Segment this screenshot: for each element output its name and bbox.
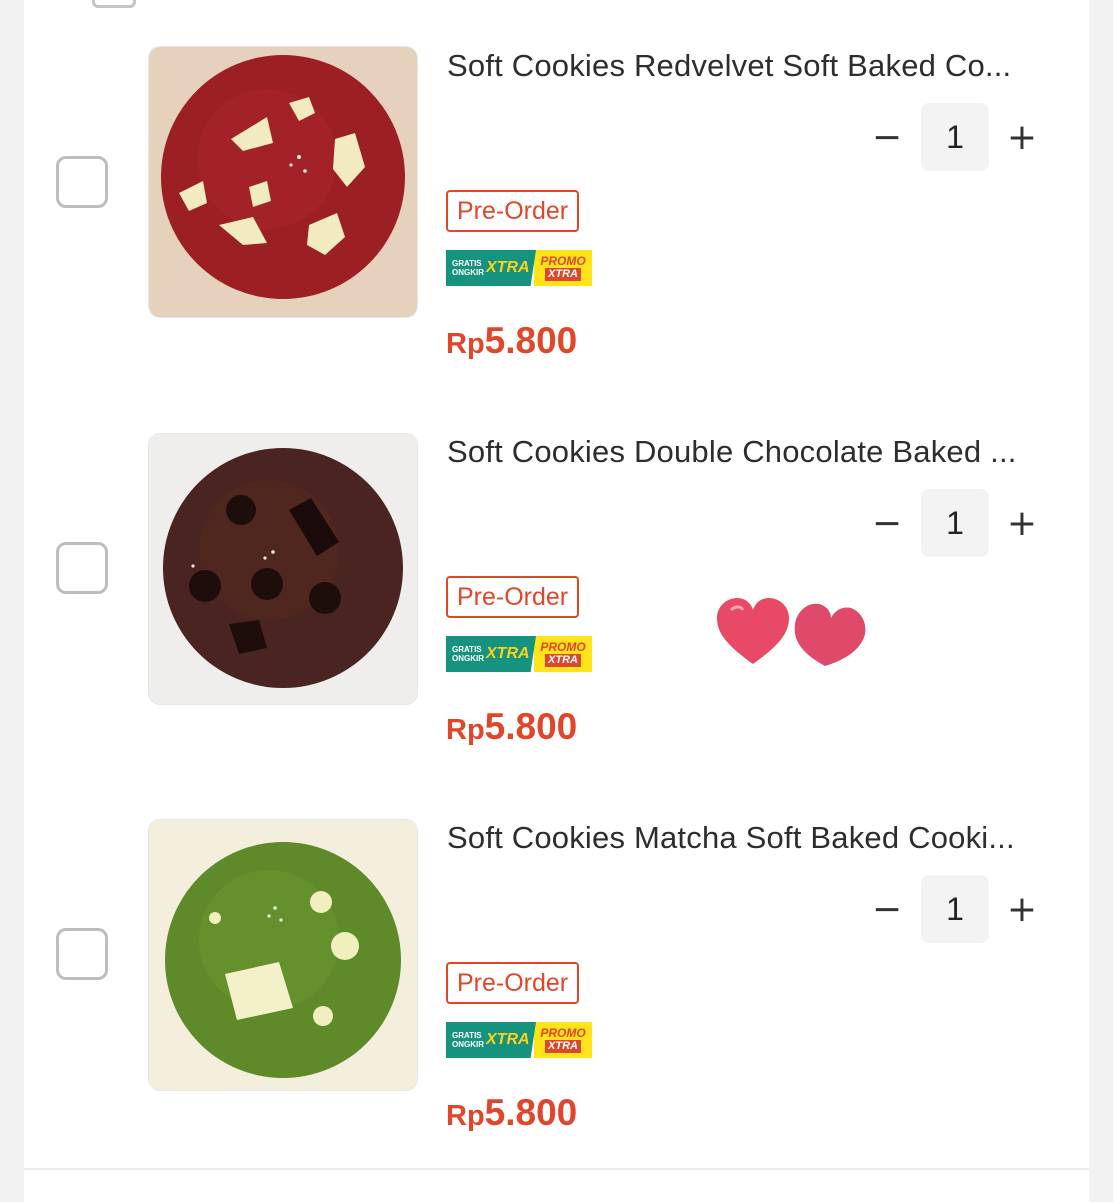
cart-footer-divider	[24, 1168, 1089, 1202]
red-velvet-cookie-image	[149, 47, 417, 317]
decrease-quantity-button[interactable]: −	[867, 503, 907, 544]
badge-promo-xtra-text: XTRA	[545, 1040, 581, 1053]
increase-quantity-button[interactable]: +	[1002, 889, 1042, 930]
price-currency: Rp	[446, 1100, 485, 1132]
preorder-tag: Pre-Order	[446, 190, 580, 232]
promo-badges: GRATIS ONGKIR XTRA PROMO XTRA	[446, 250, 592, 286]
double-chocolate-cookie-image	[149, 434, 417, 704]
badge-ongkir-small-text: GRATIS ONGKIR	[452, 645, 484, 663]
price-value: 5.800	[484, 320, 578, 361]
product-price: Rp5.800	[446, 1092, 577, 1134]
preorder-tag: Pre-Order	[446, 962, 580, 1004]
decrease-quantity-button[interactable]: −	[867, 889, 907, 930]
badge-promo-xtra-text: XTRA	[545, 268, 581, 281]
quantity-input[interactable]: 1	[921, 875, 989, 943]
badge-ongkir-small-text: GRATIS ONGKIR	[452, 259, 484, 277]
price-currency: Rp	[446, 328, 485, 360]
hearts-sticker-icon	[717, 598, 866, 666]
badge-promo-text: PROMO	[540, 1026, 586, 1040]
item-select-checkbox[interactable]	[56, 542, 108, 594]
badge-ongkir-big-text: XTRA	[486, 259, 530, 276]
badge-promo-text: PROMO	[540, 640, 586, 654]
quantity-input[interactable]: 1	[921, 489, 989, 557]
promo-xtra-badge: PROMO XTRA	[534, 636, 592, 672]
gratis-ongkir-xtra-badge: GRATIS ONGKIR XTRA	[446, 1022, 536, 1058]
promo-xtra-badge: PROMO XTRA	[534, 1022, 592, 1058]
gratis-ongkir-xtra-badge: GRATIS ONGKIR XTRA	[446, 636, 536, 672]
badge-ongkir-big-text: XTRA	[486, 645, 530, 662]
badge-ongkir-big-text: XTRA	[486, 1031, 530, 1048]
gratis-ongkir-xtra-badge: GRATIS ONGKIR XTRA	[446, 250, 536, 286]
increase-quantity-button[interactable]: +	[1002, 117, 1042, 158]
badge-promo-xtra-text: XTRA	[545, 654, 581, 667]
badge-promo-text: PROMO	[540, 254, 586, 268]
product-price: Rp5.800	[446, 706, 577, 748]
product-image-double-chocolate[interactable]	[148, 433, 418, 705]
cart-item: Soft Cookies Matcha Soft Baked Cooki... …	[24, 772, 1089, 1158]
product-title[interactable]: Soft Cookies Double Chocolate Baked ...	[447, 434, 1059, 470]
product-image-matcha[interactable]	[148, 819, 418, 1091]
cart-card: Soft Cookies Redvelvet Soft Baked Co... …	[24, 0, 1089, 1168]
badge-ongkir-small-text: GRATIS ONGKIR	[452, 1031, 484, 1049]
price-value: 5.800	[484, 1092, 578, 1133]
decrease-quantity-button[interactable]: −	[867, 117, 907, 158]
matcha-cookie-image	[149, 820, 417, 1090]
promo-xtra-badge: PROMO XTRA	[534, 250, 592, 286]
product-title[interactable]: Soft Cookies Redvelvet Soft Baked Co...	[447, 48, 1059, 84]
preorder-tag: Pre-Order	[446, 576, 580, 618]
product-image-redvelvet[interactable]	[148, 46, 418, 318]
price-value: 5.800	[484, 706, 578, 747]
promo-badges: GRATIS ONGKIR XTRA PROMO XTRA	[446, 636, 592, 672]
cart-item: Soft Cookies Redvelvet Soft Baked Co... …	[24, 0, 1089, 386]
promo-badges: GRATIS ONGKIR XTRA PROMO XTRA	[446, 1022, 592, 1058]
item-select-checkbox[interactable]	[56, 928, 108, 980]
quantity-input[interactable]: 1	[921, 103, 989, 171]
item-select-checkbox[interactable]	[56, 156, 108, 208]
product-title[interactable]: Soft Cookies Matcha Soft Baked Cooki...	[447, 820, 1059, 856]
increase-quantity-button[interactable]: +	[1002, 503, 1042, 544]
product-price: Rp5.800	[446, 320, 577, 362]
price-currency: Rp	[446, 714, 485, 746]
cart-item: Soft Cookies Double Chocolate Baked ... …	[24, 386, 1089, 772]
